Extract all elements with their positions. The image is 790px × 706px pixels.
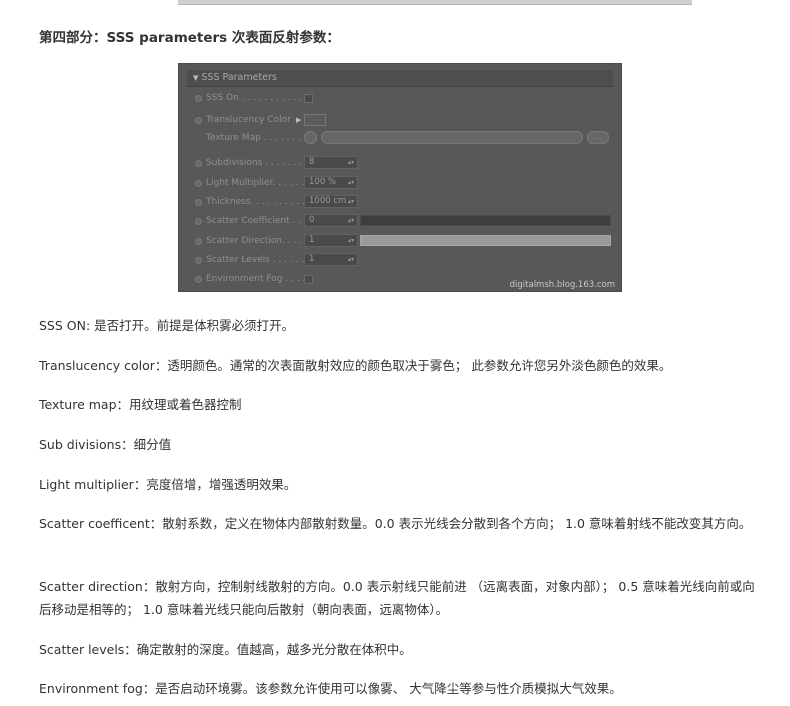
subdivisions-field: 8 ▴▾ <box>304 156 358 169</box>
param-label: Texture Map . . . . . . . <box>206 133 301 143</box>
keyframe-dot-icon <box>195 276 202 283</box>
expand-arrow-icon: ▶ <box>296 116 302 124</box>
keyframe-dot-icon <box>195 238 202 245</box>
param-row-scatter-levels: Scatter Levels . . . . . . . 1 ▴▾ <box>191 252 621 268</box>
param-row-translucency-color: Translucency Color ▶ <box>191 112 621 128</box>
spinner-icon: ▴▾ <box>347 198 354 205</box>
param-label: Subdivisions . . . . . . . . <box>206 158 309 168</box>
scatter-coefficient-field: 0 ▴▾ <box>304 214 358 227</box>
thickness-field: 1000 cm ▴▾ <box>304 195 358 208</box>
spinner-icon: ▴▾ <box>347 159 354 166</box>
sss-parameters-screenshot: ▼ SSS Parameters SSS On . . . . . . . . .… <box>178 63 622 292</box>
translucency-color-swatch <box>304 114 326 126</box>
scatter-coefficient-slider <box>360 215 611 226</box>
collapse-triangle-icon: ▼ <box>193 74 199 82</box>
keyframe-dot-icon <box>195 257 202 264</box>
param-row-sss-on: SSS On . . . . . . . . . . . <box>191 90 621 106</box>
panel-title: SSS Parameters <box>201 72 277 83</box>
panel-title-bar: ▼ SSS Parameters <box>187 70 613 87</box>
param-row-scatter-coefficient: Scatter Coefficient . . . . 0 ▴▾ <box>191 213 621 229</box>
param-label: Scatter Coefficient . . . . <box>206 216 313 226</box>
field-value: 1 <box>309 254 315 264</box>
param-label: Scatter Levels . . . . . . . <box>206 255 310 265</box>
param-row-texture-map: Texture Map . . . . . . . ... <box>191 130 621 146</box>
scatter-levels-field: 1 ▴▾ <box>304 253 358 266</box>
sss-on-checkbox <box>304 94 313 103</box>
param-label: Scatter Direction. . . . . . <box>206 236 314 246</box>
paragraph-environment-fog: Environment fog：是否启动环境雾。该参数允许使用可以像雾、 大气降… <box>39 681 622 696</box>
previous-image-edge <box>178 0 692 5</box>
paragraph-sss-on: SSS ON: 是否打开。前提是体积雾必须打开。 <box>39 318 295 333</box>
param-row-scatter-direction: Scatter Direction. . . . . . 1 ▴▾ <box>191 233 621 249</box>
spinner-icon: ▴▾ <box>347 179 354 186</box>
paragraph-texture-map: Texture map：用纹理或着色器控制 <box>39 397 242 412</box>
scatter-direction-field: 1 ▴▾ <box>304 234 358 247</box>
spinner-icon: ▴▾ <box>347 256 354 263</box>
param-label: Thickness. . . . . . . . . . . <box>206 197 311 207</box>
keyframe-dot-icon <box>195 160 202 167</box>
param-row-thickness: Thickness. . . . . . . . . . . 1000 cm ▴▾ <box>191 194 621 210</box>
field-value: 1 <box>309 235 315 245</box>
param-label: Translucency Color <box>206 115 291 125</box>
spinner-icon: ▴▾ <box>347 217 354 224</box>
light-multiplier-field: 100 % ▴▾ <box>304 176 358 189</box>
field-value: 100 % <box>309 177 337 187</box>
param-label: Environment Fog . . . . . <box>206 274 312 284</box>
field-value: 8 <box>309 157 315 167</box>
paragraph-translucency-color: Translucency color：透明颜色。通常的次表面散射效应的颜色取决于… <box>39 358 672 373</box>
param-label: Light Multiplier. . . . . . <box>206 178 304 188</box>
field-value: 0 <box>309 215 315 225</box>
paragraph-scatter-direction: Scatter direction：散射方向，控制射线散射的方向。0.0 表示射… <box>39 579 755 617</box>
environment-fog-checkbox <box>304 275 313 284</box>
section-heading: 第四部分：SSS parameters 次表面反射参数： <box>39 30 340 46</box>
paragraph-subdivisions: Sub divisions：细分值 <box>39 437 172 452</box>
param-label: SSS On . . . . . . . . . . . <box>206 93 302 103</box>
param-row-subdivisions: Subdivisions . . . . . . . . 8 ▴▾ <box>191 155 621 171</box>
keyframe-dot-icon <box>195 117 202 124</box>
texture-browse-button: ... <box>587 131 609 144</box>
keyframe-dot-icon <box>195 199 202 206</box>
field-value: 1000 cm <box>309 196 347 206</box>
keyframe-dot-icon <box>195 218 202 225</box>
paragraph-light-multiplier: Light multiplier：亮度倍增，增强透明效果。 <box>39 477 297 492</box>
image-watermark: digitalmsh.blog.163.com <box>509 280 615 290</box>
keyframe-dot-icon <box>195 180 202 187</box>
texture-toggle <box>304 131 317 144</box>
texture-slot <box>321 131 583 144</box>
paragraph-scatter-levels: Scatter levels：确定散射的深度。值越高，越多光分散在体积中。 <box>39 642 412 657</box>
paragraph-scatter-coefficient: Scatter coefficent：散射系数，定义在物体内部散射数量。0.0 … <box>39 516 752 531</box>
param-row-light-multiplier: Light Multiplier. . . . . . 100 % ▴▾ <box>191 175 621 191</box>
scatter-direction-slider <box>360 235 611 246</box>
keyframe-dot-icon <box>195 95 202 102</box>
spinner-icon: ▴▾ <box>347 237 354 244</box>
